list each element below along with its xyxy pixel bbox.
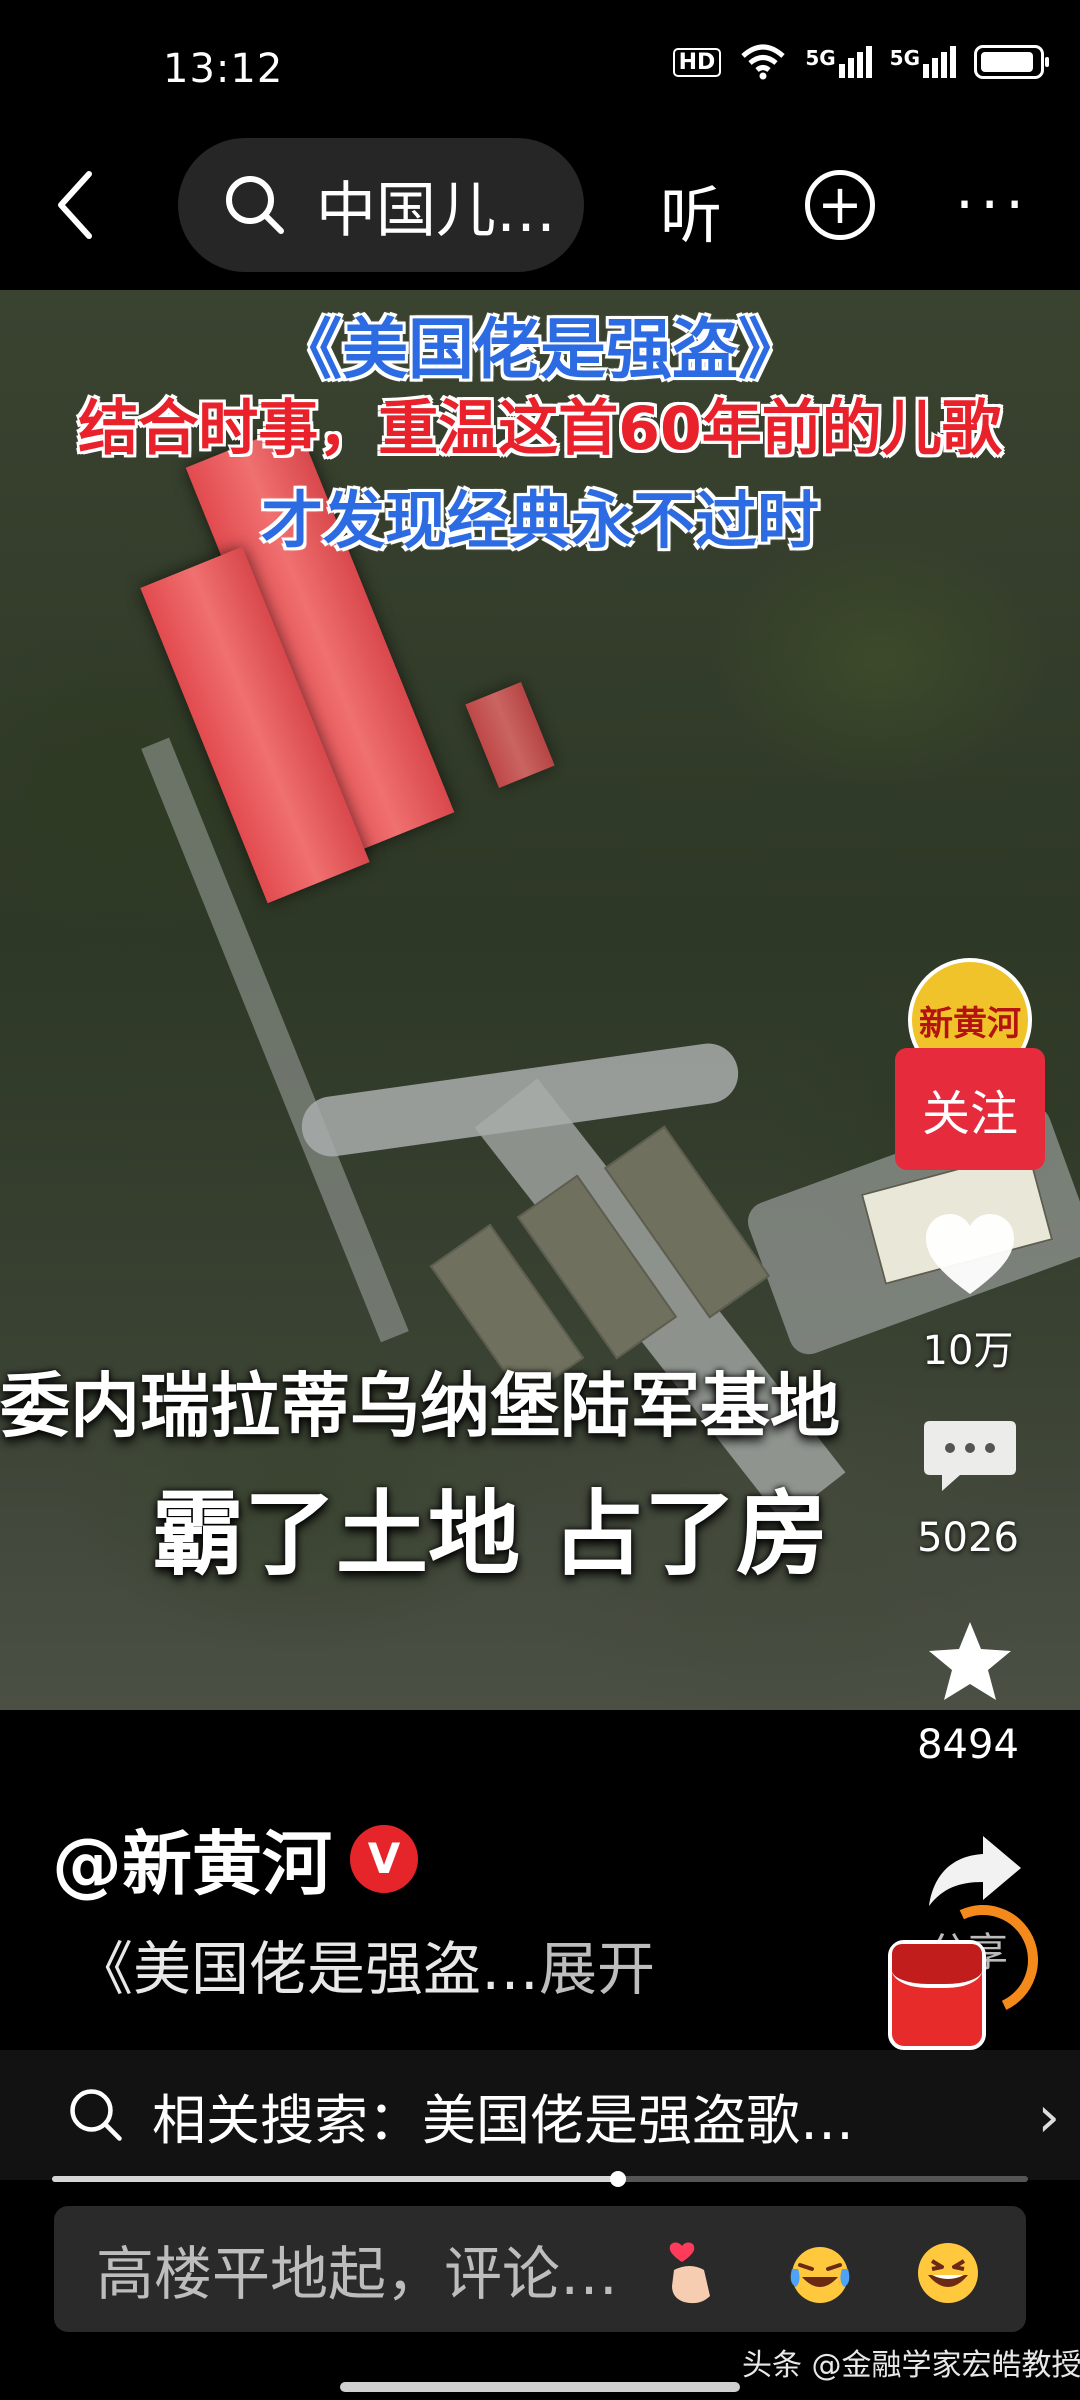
expand-link[interactable]: 展开: [539, 1935, 655, 2003]
emoji-laugh-cry-button[interactable]: [785, 2238, 855, 2308]
add-button[interactable]: +: [805, 170, 875, 240]
like-button[interactable]: [920, 1210, 1020, 1310]
share-icon: [929, 1836, 1021, 1906]
search-box[interactable]: 中国儿…: [178, 138, 584, 272]
signal-2-icon: 5G: [890, 46, 956, 78]
video-title: 《美国佬是强盗》: [276, 311, 804, 388]
comment-placeholder: 高楼平地起，评论…: [96, 2240, 619, 2308]
more-icon: ···: [955, 170, 1031, 240]
progress-thumb[interactable]: [610, 2171, 627, 2187]
emoji-heart-hand-button[interactable]: [655, 2238, 725, 2308]
plus-icon: +: [817, 173, 863, 236]
red-roof-building: [465, 682, 555, 788]
follow-button[interactable]: 关注: [895, 1048, 1045, 1170]
video-caption-line2: 霸了土地 占了房: [152, 1481, 829, 1588]
video-description[interactable]: 《美国佬是强盗…展开: [75, 1922, 655, 2006]
related-search-bar[interactable]: 相关搜索：美国佬是强盗歌…: [0, 2050, 1080, 2180]
wifi-icon: [741, 44, 785, 80]
related-search-text: 相关搜索：美国佬是强盗歌…: [152, 2088, 854, 2152]
emoji-grin-button[interactable]: [913, 2238, 983, 2308]
favorite-button[interactable]: [925, 1618, 1015, 1708]
chevron-right-icon: ›: [1037, 2085, 1060, 2150]
description-text: 《美国佬是强盗…: [75, 1935, 540, 2003]
status-icons: HD 5G 5G: [672, 44, 1049, 80]
verified-badge: V: [350, 1824, 418, 1893]
star-icon: [929, 1622, 1011, 1700]
video-subtitle-red: 结合时事，重温这首60年前的儿歌: [78, 394, 1002, 464]
video-caption-line1: 委内瑞拉蒂乌纳堡陆军基地: [0, 1365, 840, 1447]
search-icon: [70, 2089, 122, 2141]
signal-1-icon: 5G: [805, 46, 872, 78]
listen-button[interactable]: 听: [660, 165, 722, 255]
comment-button[interactable]: [920, 1415, 1020, 1495]
author-handle: @新黄河: [52, 1823, 332, 1905]
battery-icon: [974, 45, 1049, 79]
comment-input[interactable]: 高楼平地起，评论…: [54, 2206, 1026, 2332]
favorite-count: 8494: [917, 1722, 1019, 1768]
search-query: 中国儿…: [316, 175, 556, 246]
progress-fill: [52, 2176, 619, 2182]
red-packet-button[interactable]: [888, 1940, 986, 2050]
finger-heart-icon: [669, 2242, 710, 2304]
comment-icon: [924, 1421, 1016, 1491]
author-name[interactable]: @新黄河 V: [52, 1808, 418, 1909]
chevron-left-icon: [58, 171, 92, 239]
red-packet-icon: [892, 1944, 982, 1988]
heart-icon: [926, 1214, 1014, 1294]
back-button[interactable]: [40, 160, 110, 250]
status-time: 13:12: [163, 46, 284, 92]
comment-count: 5026: [917, 1515, 1019, 1561]
watermark: 头条 @金融学家宏皓教授: [742, 2348, 1080, 2383]
search-icon: [226, 176, 284, 234]
like-count: 10万: [922, 1328, 1014, 1374]
home-indicator[interactable]: [340, 2382, 740, 2392]
more-button[interactable]: ···: [955, 175, 1030, 235]
grin-icon: [918, 2243, 978, 2303]
laugh-cry-icon: [790, 2247, 850, 2303]
hd-icon: HD: [672, 47, 722, 77]
video-subtitle-blue: 才发现经典永不过时: [260, 484, 819, 557]
